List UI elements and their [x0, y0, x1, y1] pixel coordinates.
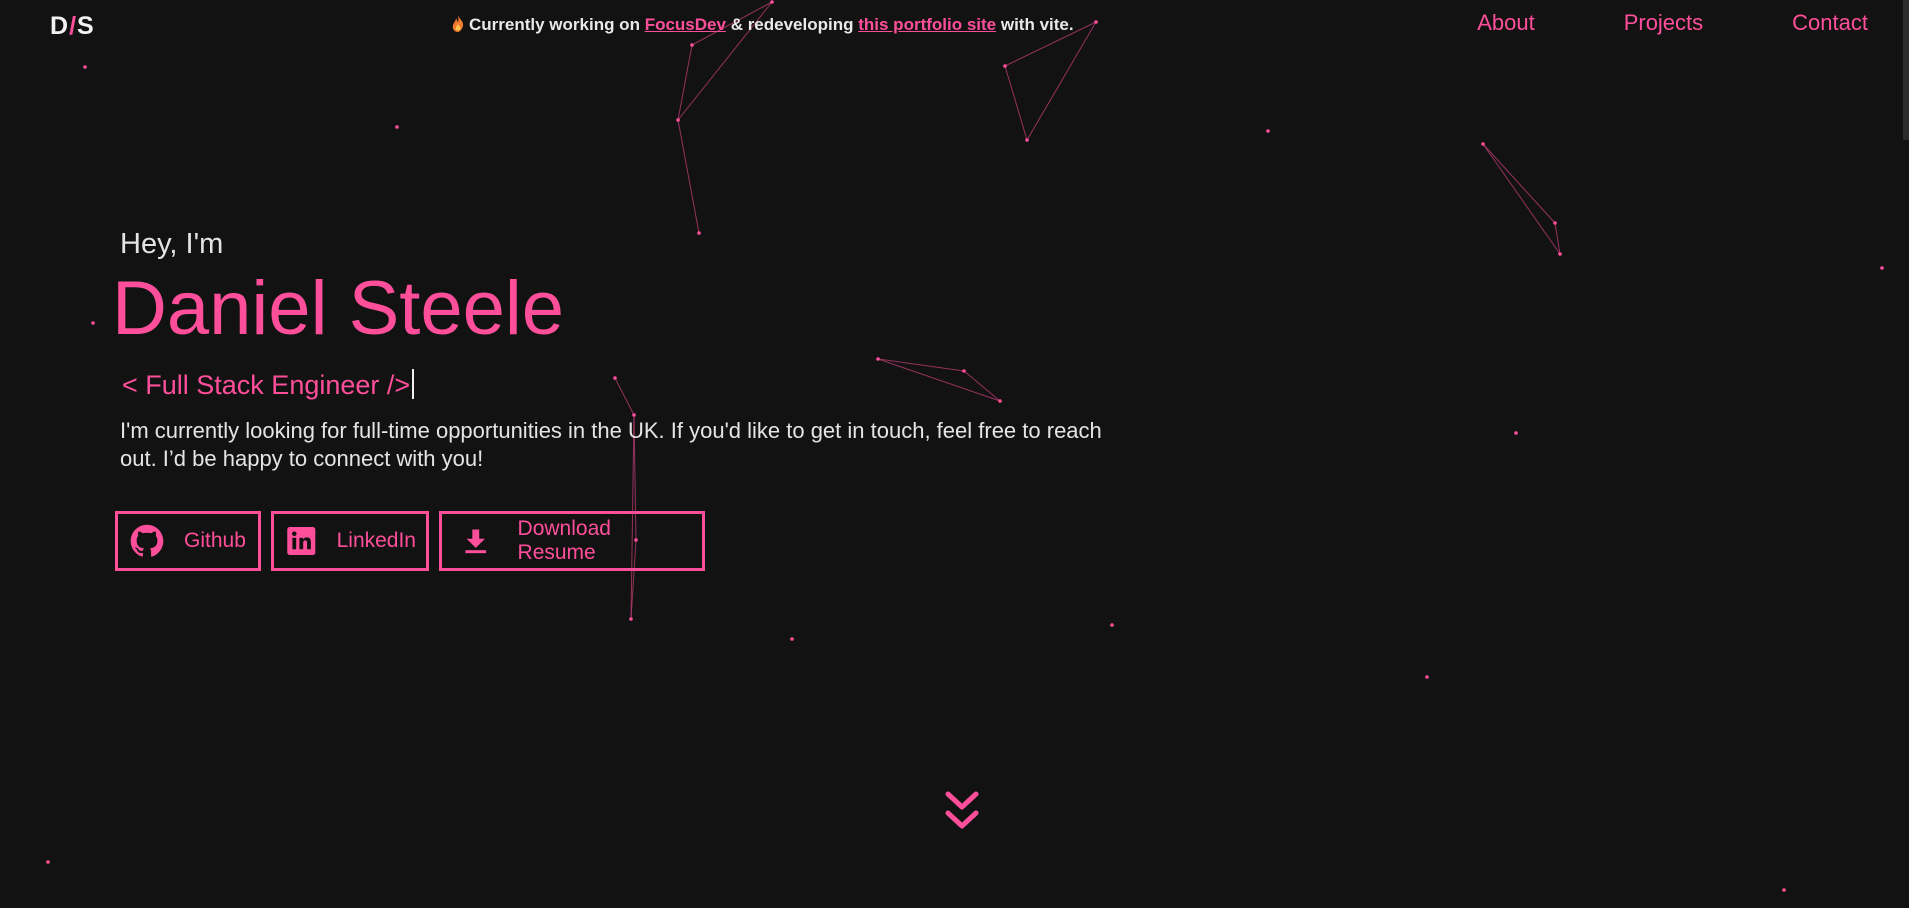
double-chevron-down-icon[interactable]: [944, 790, 980, 832]
particle-dot: [690, 43, 694, 47]
particle-dot: [676, 118, 680, 122]
scrollbar-thumb[interactable]: [1903, 0, 1909, 140]
logo-slash: /: [69, 12, 78, 40]
particle-dot: [629, 617, 633, 621]
logo-d: D: [50, 12, 70, 40]
banner-prefix: Currently working on: [469, 15, 640, 34]
particle-dot: [1094, 20, 1098, 24]
particle-link: [1554, 222, 1561, 255]
particle-dot: [1425, 675, 1429, 679]
linkedin-icon: [287, 526, 316, 555]
banner-middle: & redeveloping: [730, 15, 854, 34]
github-button[interactable]: Github: [115, 510, 261, 571]
site-logo[interactable]: D/S: [50, 12, 95, 41]
hero-bio: I'm currently looking for full-time oppo…: [120, 417, 1102, 471]
particle-dot: [46, 860, 50, 864]
particle-dot: [1266, 129, 1270, 133]
download-resume-button[interactable]: Download Resume: [439, 510, 705, 571]
particle-dot: [91, 321, 95, 325]
particle-dot: [1003, 64, 1007, 68]
particle-dot: [790, 637, 794, 641]
particle-dot: [1025, 138, 1029, 142]
github-button-label: Github: [184, 528, 246, 552]
download-resume-label: Download Resume: [517, 516, 611, 564]
particle-dot: [1514, 431, 1518, 435]
logo-s: S: [77, 12, 95, 40]
hero-buttons: Github LinkedIn Download Resume: [115, 510, 1112, 571]
particle-dot: [1782, 888, 1786, 892]
nav-projects-link[interactable]: Projects: [1624, 10, 1703, 36]
particle-dot: [1110, 623, 1114, 627]
hero-name: Daniel Steele: [112, 266, 565, 351]
particle-dot: [1880, 266, 1884, 270]
flame-icon: [452, 15, 464, 32]
nav-contact-link[interactable]: Contact: [1792, 10, 1868, 36]
focusdev-link[interactable]: FocusDev: [645, 15, 726, 34]
banner-suffix: with vite.: [1000, 15, 1074, 34]
status-banner: Currently working on FocusDev & redevelo…: [452, 15, 1074, 35]
particle-dot: [1553, 221, 1557, 225]
particle-dot: [395, 125, 399, 129]
particle-link: [1482, 143, 1556, 224]
hero-greeting: Hey, I'm: [120, 228, 224, 260]
particle-dot: [770, 0, 774, 4]
hero-role: < Full Stack Engineer />: [122, 369, 411, 400]
portfolio-site-link[interactable]: this portfolio site: [858, 15, 996, 34]
particle-link: [1026, 21, 1097, 141]
hero-role-line: < Full Stack Engineer />: [122, 368, 1112, 401]
particle-dot: [1558, 252, 1562, 256]
linkedin-button[interactable]: LinkedIn: [271, 510, 429, 571]
particle-dot: [1481, 142, 1485, 146]
main-nav: About Projects Contact: [1477, 10, 1868, 36]
linkedin-button-label: LinkedIn: [336, 528, 416, 552]
particle-link: [677, 119, 700, 234]
particle-dot: [83, 65, 87, 69]
particle-link: [1482, 143, 1561, 255]
particle-link: [677, 44, 693, 121]
typing-cursor: [412, 368, 415, 399]
nav-about-link[interactable]: About: [1477, 10, 1535, 36]
particle-link: [1004, 65, 1028, 141]
github-icon: [130, 524, 164, 557]
download-icon: [465, 529, 487, 553]
hero-section: Hey, I'm Daniel Steele < Full Stack Engi…: [112, 228, 1112, 571]
